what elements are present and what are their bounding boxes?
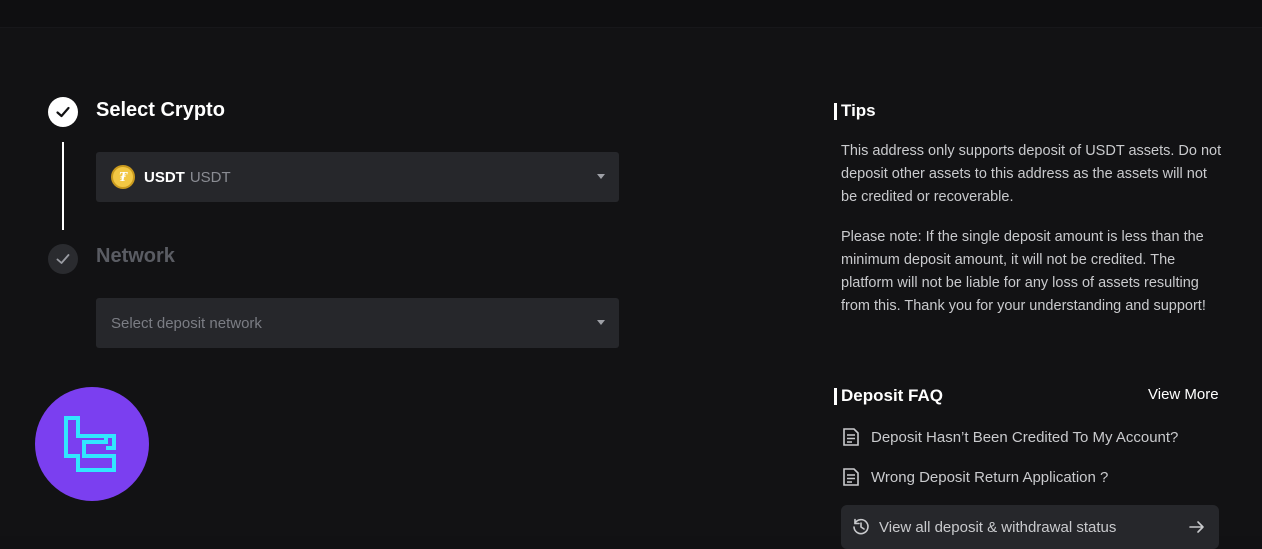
view-status-button[interactable]: View all deposit & withdrawal status xyxy=(841,505,1219,549)
network-placeholder: Select deposit network xyxy=(111,314,262,332)
heading-bar xyxy=(834,102,837,120)
faq-item[interactable]: Deposit Hasn’t Been Credited To My Accou… xyxy=(842,427,1178,447)
top-bar xyxy=(0,0,1262,28)
history-icon xyxy=(853,518,869,535)
view-more-link[interactable]: View More xyxy=(1148,386,1219,403)
step-pending-check-icon xyxy=(48,244,78,274)
tips-paragraph-2: Please note: If the single deposit amoun… xyxy=(841,229,1206,314)
status-button-label: View all deposit & withdrawal status xyxy=(879,518,1117,536)
faq-item-label: Deposit Hasn’t Been Credited To My Accou… xyxy=(871,428,1179,446)
tips-paragraph-1: This address only supports deposit of US… xyxy=(841,143,1222,205)
arrow-right-icon xyxy=(1189,521,1204,533)
step-connector-line xyxy=(62,142,64,230)
coin-symbol: USDT xyxy=(144,168,185,186)
crypto-select-dropdown[interactable]: ₮ USDT USDT xyxy=(96,152,619,202)
faq-heading: Deposit FAQ xyxy=(834,386,943,406)
faq-item[interactable]: Wrong Deposit Return Application ? xyxy=(842,467,1108,487)
document-icon xyxy=(843,428,859,446)
network-select-dropdown[interactable]: Select deposit network xyxy=(96,298,619,348)
faq-item-label: Wrong Deposit Return Application ? xyxy=(871,468,1109,486)
step-complete-check-icon xyxy=(48,97,78,127)
brand-logo-mark xyxy=(64,416,116,472)
heading-bar xyxy=(834,387,837,405)
chevron-down-icon xyxy=(597,320,605,325)
brand-logo xyxy=(35,387,149,501)
step-title-network: Network xyxy=(96,245,175,267)
document-icon xyxy=(843,468,859,486)
chevron-down-icon xyxy=(597,174,605,179)
faq-title: Deposit FAQ xyxy=(841,386,944,405)
step-title-select-crypto: Select Crypto xyxy=(96,99,225,121)
tips-heading: Tips xyxy=(834,101,876,121)
usdt-coin-icon: ₮ xyxy=(111,165,135,189)
coin-name: USDT xyxy=(189,168,231,186)
tips-title: Tips xyxy=(841,101,876,120)
